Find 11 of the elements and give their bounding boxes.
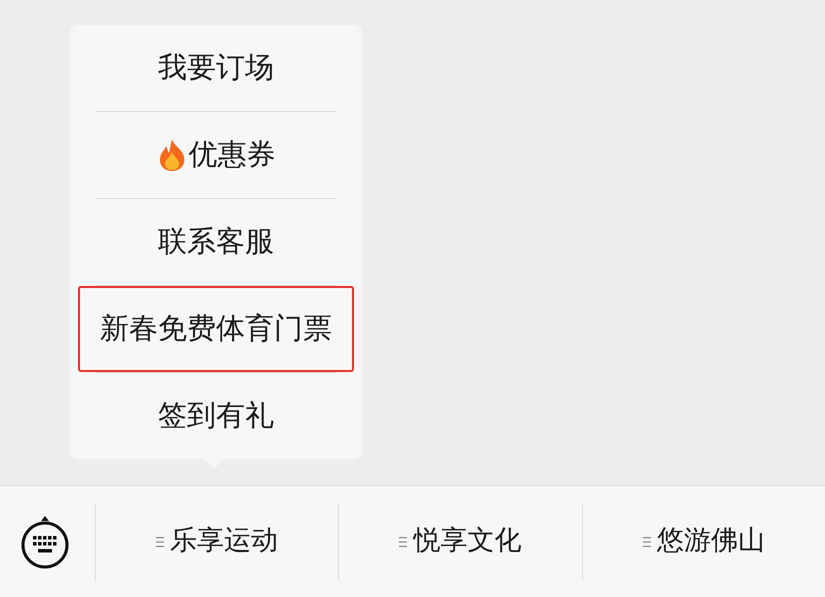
menu-tab[interactable]: 悦享文化 <box>339 486 582 597</box>
menu-item[interactable]: 我要订场 <box>78 25 354 111</box>
menu-lines-icon <box>399 536 408 548</box>
menu-item[interactable]: 联系客服 <box>78 199 354 285</box>
menu-lines-icon <box>156 536 164 548</box>
menu-tab[interactable]: 悠游佛山 <box>582 486 825 597</box>
menu-lines-icon <box>642 536 651 548</box>
menu-tab[interactable]: 乐享运动 <box>96 486 338 597</box>
menu-item[interactable]: 优惠券 <box>78 112 354 198</box>
menu-item[interactable]: 签到有礼 <box>78 373 354 459</box>
menu-item[interactable]: 新春免费体育门票 <box>78 286 354 372</box>
